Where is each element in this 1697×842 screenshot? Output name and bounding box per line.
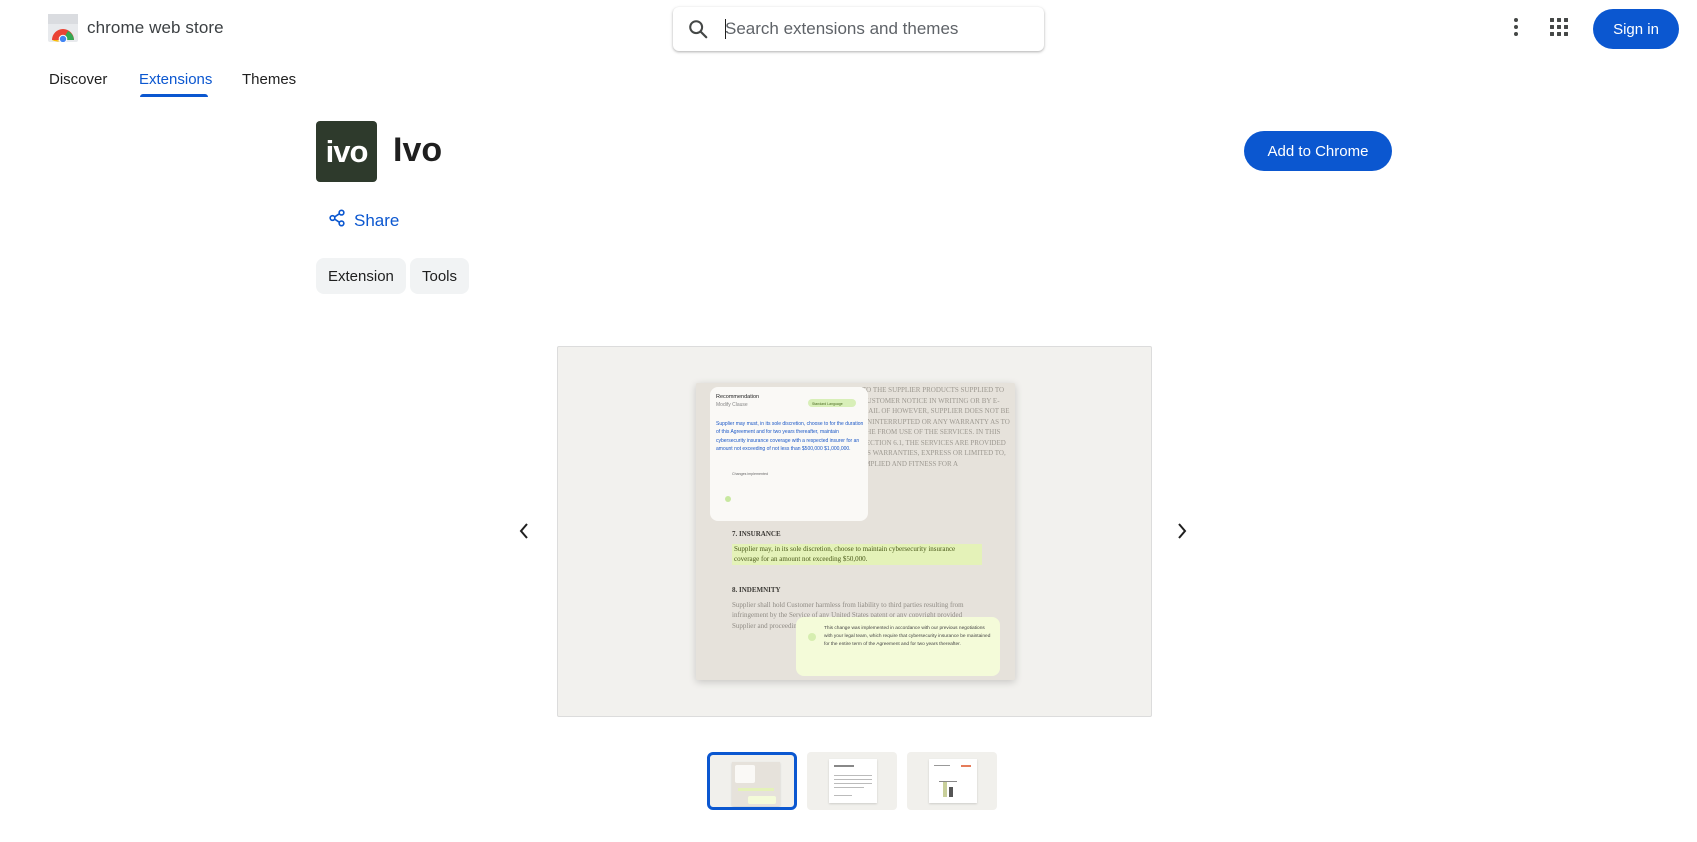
card-subtitle: Modify Clause [716, 402, 748, 409]
extension-title: Ivo [393, 131, 443, 169]
tab-extensions[interactable]: Extensions [139, 71, 212, 88]
search-box[interactable] [673, 7, 1044, 51]
section-7-heading: 7. INSURANCE [732, 530, 781, 538]
section-7-text: Supplier may, in its sole discretion, ch… [732, 543, 982, 565]
more-vert-icon [1513, 17, 1519, 42]
chip-tools[interactable]: Tools [410, 258, 470, 294]
extension-logo-text: ivo [325, 133, 369, 169]
search-input[interactable] [725, 7, 1030, 51]
add-to-chrome-button[interactable]: Add to Chrome [1244, 131, 1392, 171]
share-button[interactable]: Share [328, 209, 399, 232]
thumbnail-page [732, 762, 780, 806]
redlined-clause: Supplier may must, in its sole discretio… [716, 420, 864, 453]
card-title: Recommendation [716, 394, 760, 400]
store-name: chrome web store [87, 18, 224, 37]
share-label: Share [354, 210, 400, 230]
implementation-note: This change was implemented in accordanc… [824, 626, 991, 648]
carousel-next-button[interactable] [1167, 518, 1197, 548]
contract-screenshot: TO THE SUPPLIER PRODUCTS SUPPLIED TO CUS… [696, 383, 1015, 680]
screenshot-image: TO THE SUPPLIER PRODUCTS SUPPLIED TO CUS… [696, 383, 1015, 680]
category-tabs: Discover Extensions Themes [0, 58, 1697, 98]
screenshot-carousel[interactable]: TO THE SUPPLIER PRODUCTS SUPPLIED TO CUS… [557, 346, 1152, 717]
sign-in-button[interactable]: Sign in [1593, 9, 1679, 49]
search-icon [687, 18, 709, 40]
faded-legal-text: TO THE SUPPLIER PRODUCTS SUPPLIED TO CUS… [862, 386, 1010, 468]
carousel-prev-button[interactable] [509, 518, 539, 548]
thumbnail-page [929, 759, 977, 803]
chevron-right-icon [1176, 522, 1188, 545]
chrome-web-store-logo-icon [48, 14, 78, 44]
more-options-button[interactable] [1501, 14, 1531, 44]
tab-discover[interactable]: Discover [49, 71, 107, 88]
top-header: chrome web store Sign in [0, 0, 1697, 58]
active-tab-indicator [140, 94, 208, 97]
tab-themes[interactable]: Themes [242, 71, 296, 88]
chevron-left-icon [518, 522, 530, 545]
section-8-heading: 8. INDEMNITY [732, 586, 781, 594]
thumbnail-page [829, 759, 877, 803]
thumbnail-1[interactable] [707, 752, 797, 810]
text-caret [725, 19, 726, 39]
chip-extension[interactable]: Extension [316, 258, 406, 294]
store-logo-link[interactable]: chrome web store [48, 14, 224, 44]
google-apps-button[interactable] [1544, 14, 1574, 44]
extension-logo: ivo [316, 121, 377, 182]
thumbnail-2[interactable] [807, 752, 897, 810]
share-icon [328, 209, 346, 232]
card-footer: Changes implemented [732, 472, 768, 477]
standard-language-badge: Standard Language [812, 402, 843, 406]
apps-grid-icon [1549, 17, 1569, 42]
thumbnail-3[interactable] [907, 752, 997, 810]
